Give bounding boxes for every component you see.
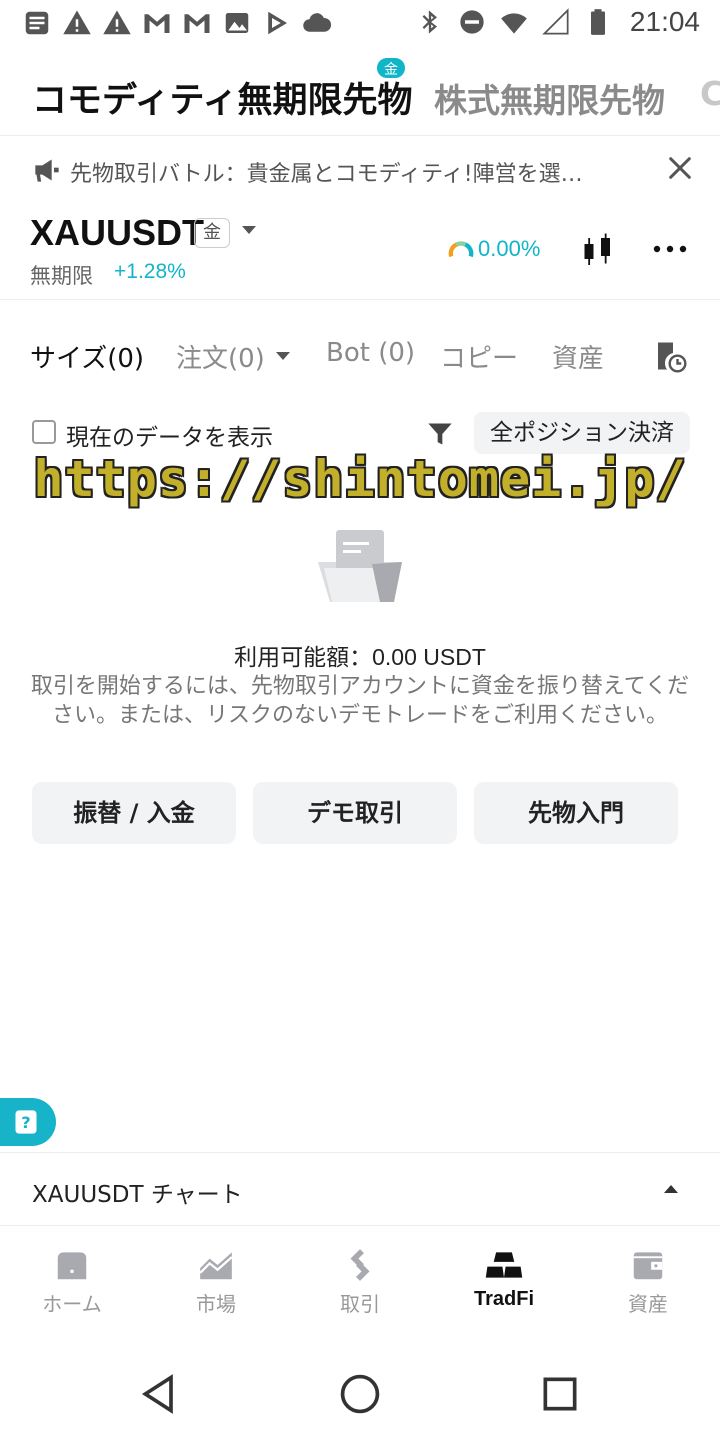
empty-description: 取引を開始するには、先物取引アカウントに資金を振り替えてください。または、リスク… (30, 674, 690, 728)
svg-text:?: ? (21, 1113, 30, 1132)
symbol-name[interactable]: XAUUSDT (30, 212, 204, 254)
system-navigation-bar (0, 1350, 720, 1440)
action-buttons: 振替 / 入金 デモ取引 先物入門 (32, 782, 680, 844)
tab-copy[interactable]: コピー (440, 338, 518, 375)
symbol-gold-badge: 金 (194, 218, 230, 248)
close-all-positions-button[interactable]: 全ポジション決済 (474, 412, 690, 454)
chart-label: XAUUSDT チャート (32, 1182, 243, 1208)
available-label: 利用可能額： (234, 645, 373, 671)
orders-dropdown-icon[interactable] (276, 352, 290, 360)
nav-tradfi-label: TradFi (473, 1288, 534, 1310)
tab-stock-perpetual[interactable]: 株式無期限先物 (434, 74, 665, 122)
transfer-deposit-button[interactable]: 振替 / 入金 (32, 782, 236, 844)
nav-home-label: ホーム (42, 1292, 102, 1316)
help-button[interactable]: ? (0, 1098, 56, 1146)
close-icon[interactable] (664, 152, 696, 184)
watermark: https://shintomei.jp/ (33, 450, 687, 508)
announcement-banner[interactable]: 先物取引バトル：貴金属とコモディティ!陣営を選… (0, 138, 720, 202)
gmail-icon (184, 14, 210, 33)
tab-orders[interactable]: 注文(0) (176, 338, 265, 375)
tab-assets[interactable]: 資産 (552, 338, 604, 375)
nav-home[interactable]: ホーム (0, 1246, 144, 1317)
status-bar-notifications (22, 8, 332, 38)
do-not-disturb-icon (460, 10, 484, 34)
nav-markets[interactable]: 市場 (144, 1246, 288, 1317)
help-icon: ? (15, 1110, 37, 1134)
cell-signal-icon (542, 8, 569, 35)
nav-markets-label: 市場 (196, 1292, 236, 1316)
futures-intro-button[interactable]: 先物入門 (474, 782, 678, 844)
warning-icon (103, 10, 131, 35)
home-icon (57, 1252, 87, 1280)
tab-position[interactable]: サイズ(0) (30, 338, 144, 375)
gold-badge: 金 (375, 56, 407, 80)
wifi-icon (501, 13, 527, 34)
battery-icon (590, 9, 605, 35)
tab-commodity-perpetual[interactable]: コモディティ無期限先物 (32, 72, 412, 123)
gauge-icon[interactable] (448, 238, 474, 264)
symbol-header: XAUUSDT 金 無期限 +1.28% 0.00% (0, 210, 720, 300)
bottom-navigation: ホーム 市場 取引 TradFi 資産 (0, 1232, 720, 1332)
chevron-up-icon[interactable] (664, 1185, 678, 1193)
tab-overflow[interactable]: C (700, 74, 720, 113)
tab-bot[interactable]: Bot (0) (326, 338, 415, 368)
history-icon[interactable] (652, 338, 688, 374)
filter-icon[interactable] (426, 420, 454, 448)
price-change: +1.28% (114, 260, 186, 283)
home-button-icon[interactable] (338, 1372, 382, 1416)
symbol-dropdown-icon[interactable] (242, 226, 256, 234)
available-balance: 利用可能額：0.00 USDT (0, 638, 720, 672)
gold-bars-icon (485, 1252, 523, 1278)
nav-trade[interactable]: 取引 (288, 1246, 432, 1317)
more-options-icon[interactable] (650, 234, 690, 264)
nav-trade-label: 取引 (340, 1292, 380, 1316)
recents-icon[interactable] (538, 1372, 582, 1416)
cloud-icon (303, 13, 332, 32)
play-store-icon (268, 11, 287, 35)
empty-folder-icon (318, 530, 402, 602)
nav-tradfi[interactable]: TradFi (432, 1246, 576, 1311)
show-current-checkbox[interactable] (32, 420, 56, 444)
bluetooth-icon (422, 10, 437, 34)
megaphone-icon (35, 159, 59, 182)
status-bar-system: 21:04 (416, 6, 700, 38)
funding-rate[interactable]: 0.00% (478, 236, 540, 262)
demo-trading-button[interactable]: デモ取引 (253, 782, 457, 844)
available-value: 0.00 USDT (372, 644, 486, 670)
nav-assets-label: 資産 (628, 1292, 668, 1316)
announcement-text: 先物取引バトル：貴金属とコモディティ!陣営を選… (70, 162, 583, 187)
wallet-icon (633, 1252, 663, 1280)
notification-list-icon (25, 11, 49, 35)
product-tabs: コモディティ無期限先物 金 株式無期限先物 C (0, 54, 720, 136)
position-tabs: サイズ(0) 注文(0) Bot (0) コピー 資産 (0, 330, 720, 384)
back-icon[interactable] (138, 1372, 182, 1416)
market-chart-icon (199, 1252, 233, 1280)
gmail-icon (144, 14, 170, 33)
chart-toggle-row[interactable]: XAUUSDT チャート (0, 1152, 720, 1226)
warning-icon (63, 10, 91, 35)
status-time: 21:04 (629, 6, 700, 37)
nav-assets[interactable]: 資産 (576, 1246, 720, 1317)
status-bar: 21:04 (0, 0, 720, 50)
contract-type: 無期限 (30, 264, 93, 288)
show-current-label[interactable]: 現在のデータを表示 (66, 418, 273, 452)
candlestick-chart-icon[interactable] (580, 230, 616, 270)
image-icon (225, 13, 249, 33)
trade-arrows-icon (350, 1249, 370, 1281)
